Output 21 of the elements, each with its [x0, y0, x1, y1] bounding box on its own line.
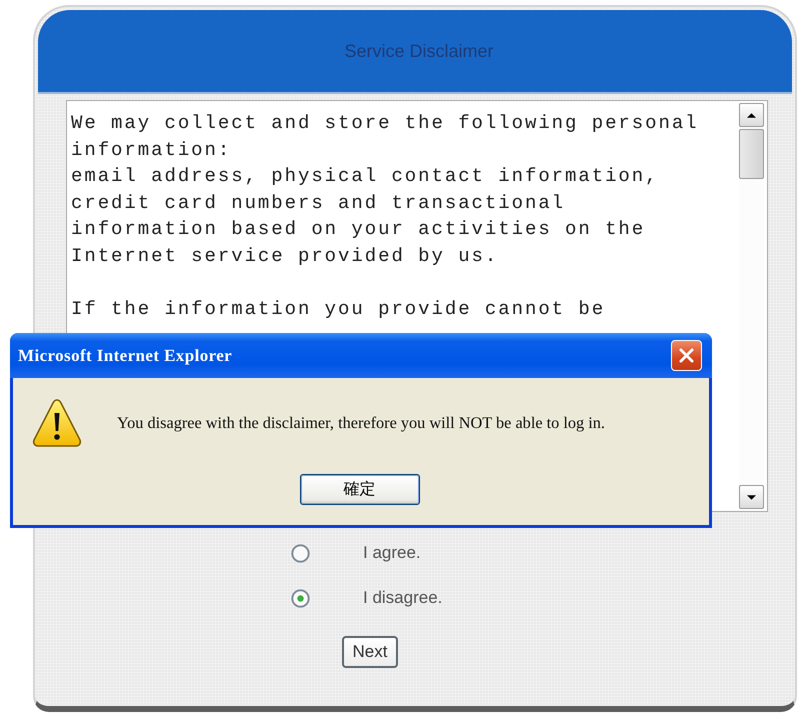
- radio-button[interactable]: [291, 588, 310, 608]
- dialog-message: You disagree with the disclaimer, therefore you will NOT be able to log in.: [117, 413, 605, 433]
- close-button[interactable]: [671, 340, 702, 371]
- option-label[interactable]: I disagree.: [363, 588, 442, 608]
- down-arrow-icon: [747, 494, 756, 500]
- disclaimer-text: We may collect and store the following personal information:: [71, 111, 700, 163]
- next-button[interactable]: Next: [342, 636, 398, 668]
- option-label[interactable]: I agree.: [363, 543, 421, 563]
- radio-button[interactable]: [291, 544, 310, 562]
- scroll-up-button[interactable]: [739, 103, 764, 127]
- disclaimer-text: If the information you provide cannot be: [71, 297, 606, 322]
- disclaimer-text: email address, physical contact information, credit card numbers and transactional information based on your activities on the Internet service provided by us.: [71, 164, 660, 269]
- scroll-down-button[interactable]: [739, 485, 764, 509]
- warning-icon: [32, 398, 82, 448]
- scrollbar-thumb[interactable]: [739, 129, 764, 179]
- panel-title: Service Disclaimer: [343, 40, 494, 62]
- close-icon: [679, 348, 694, 363]
- scrollbar[interactable]: [739, 103, 764, 509]
- ok-button[interactable]: 確定: [300, 474, 420, 505]
- dialog-title: Microsoft Internet Explorer: [18, 346, 232, 366]
- up-arrow-icon: [747, 112, 756, 118]
